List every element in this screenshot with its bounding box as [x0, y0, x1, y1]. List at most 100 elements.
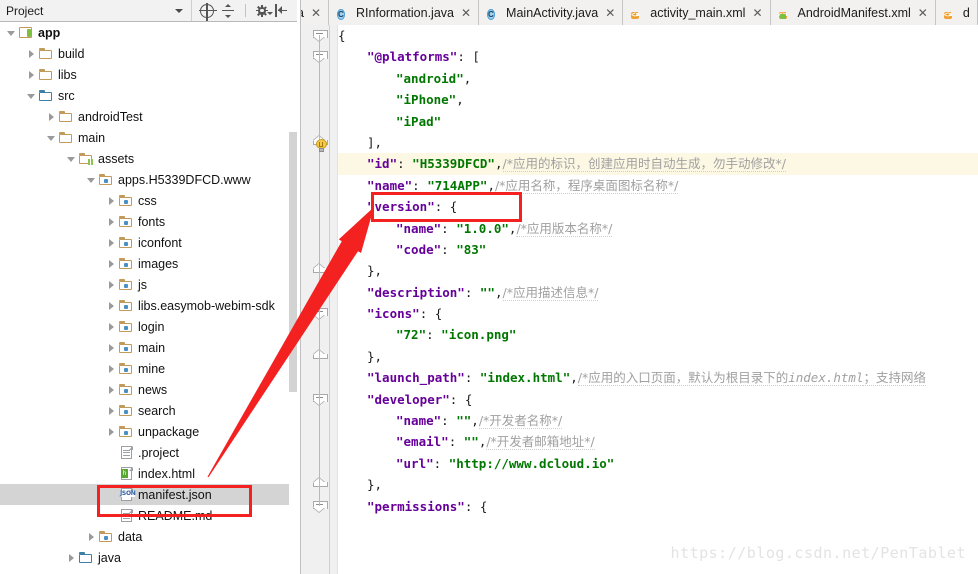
tree-item-assets[interactable]: assets — [0, 148, 296, 169]
tree-item-unpackage[interactable]: unpackage — [0, 421, 296, 442]
chevron-right-icon[interactable] — [106, 321, 117, 332]
tree-item-login[interactable]: login — [0, 316, 296, 337]
chevron-right-icon[interactable] — [106, 258, 117, 269]
tree-item-fonts[interactable]: fonts — [0, 211, 296, 232]
code-line[interactable]: "description": "",/*应用描述信息*/ — [338, 282, 978, 303]
folder-res-icon — [119, 383, 134, 397]
chevron-right-icon[interactable] — [106, 405, 117, 416]
chevron-right-icon[interactable] — [86, 531, 97, 542]
settings-gear-icon[interactable] — [256, 4, 273, 17]
tree-item-data[interactable]: data — [0, 526, 296, 547]
chevron-down-icon[interactable] — [66, 153, 77, 164]
close-icon[interactable]: ✕ — [605, 7, 615, 19]
code-line[interactable]: "url": "http://www.dcloud.io" — [338, 453, 978, 474]
project-panel-toolbar: Project — [0, 0, 300, 22]
tree-item-css[interactable]: css — [0, 190, 296, 211]
tree-item--project[interactable]: .project — [0, 442, 296, 463]
chevron-right-icon[interactable] — [106, 342, 117, 353]
code-line[interactable]: }, — [338, 474, 978, 495]
code-line[interactable]: "developer": { — [338, 389, 978, 410]
code-line[interactable]: "code": "83" — [338, 239, 978, 260]
editor-tab-a[interactable]: a✕ — [301, 0, 330, 25]
folder-icon — [59, 131, 74, 145]
tree-item-label: js — [138, 277, 148, 292]
close-icon[interactable]: ✕ — [461, 7, 471, 19]
tree-item-search[interactable]: search — [0, 400, 296, 421]
chevron-right-icon[interactable] — [26, 69, 37, 80]
chevron-right-icon[interactable] — [106, 384, 117, 395]
tree-item-libs[interactable]: libs — [0, 64, 296, 85]
code-content[interactable]: {"@platforms": ["android", "iPhone", "iPad… — [338, 25, 978, 574]
tree-item-apps-h5339dfcd-www[interactable]: apps.H5339DFCD.www — [0, 169, 296, 190]
code-line[interactable]: }, — [338, 346, 978, 367]
tree-item-mine[interactable]: mine — [0, 358, 296, 379]
editor-tab-d[interactable]: <> d — [935, 0, 978, 25]
chevron-right-icon[interactable] — [106, 195, 117, 206]
tree-item-libs-easymob-webim-sdk[interactable]: libs.easymob-webim-sdk — [0, 295, 296, 316]
hide-panel-icon[interactable] — [275, 3, 289, 18]
xml-file-icon: <> — [943, 11, 953, 19]
tree-item-index-html[interactable]: h index.html — [0, 463, 296, 484]
tree-item-main[interactable]: main — [0, 337, 296, 358]
chevron-down-icon — [175, 9, 183, 13]
code-line[interactable]: { — [338, 25, 978, 46]
code-line[interactable]: "launch_path": "index.html",/*应用的入口页面，默认… — [338, 367, 978, 388]
chevron-right-icon[interactable] — [46, 111, 57, 122]
code-line[interactable]: }, — [338, 260, 978, 281]
chevron-right-icon[interactable] — [106, 300, 117, 311]
chevron-right-icon[interactable] — [106, 237, 117, 248]
code-line[interactable]: "email": "",/*开发者邮箱地址*/ — [338, 431, 978, 452]
tree-item-androidtest[interactable]: androidTest — [0, 106, 296, 127]
folder-res-icon — [119, 362, 134, 376]
code-line[interactable]: "iPhone", — [338, 89, 978, 110]
chevron-down-icon[interactable] — [86, 174, 97, 185]
editor-tab-androidmanifest-xml[interactable]: <> AndroidManifest.xml ✕ — [770, 0, 936, 25]
tree-item-java[interactable]: java — [0, 547, 296, 568]
editor-tab-rinformation-java[interactable]: C RInformation.java ✕ — [329, 0, 480, 25]
chevron-right-icon[interactable] — [106, 363, 117, 374]
tree-item-app[interactable]: app — [0, 22, 296, 43]
code-line[interactable]: "permissions": { — [338, 496, 978, 517]
chevron-right-icon[interactable] — [106, 279, 117, 290]
editor-tab-bar[interactable]: a✕CRInformation.java✕CMainActivity.java✕… — [301, 0, 978, 25]
code-line[interactable]: "iPad" — [338, 111, 978, 132]
folder-icon — [59, 110, 74, 124]
project-view-selector[interactable]: Project — [0, 0, 192, 21]
chevron-right-icon[interactable] — [66, 552, 77, 563]
tree-item-build[interactable]: build — [0, 43, 296, 64]
chevron-down-icon[interactable] — [6, 27, 17, 38]
tree-item-js[interactable]: js — [0, 274, 296, 295]
tree-item-label: build — [58, 46, 85, 61]
close-icon[interactable]: ✕ — [311, 7, 321, 19]
code-line[interactable]: "name": "",/*开发者名称*/ — [338, 410, 978, 431]
code-line[interactable]: "72": "icon.png" — [338, 324, 978, 345]
tree-item-src[interactable]: src — [0, 85, 296, 106]
tree-item-iconfont[interactable]: iconfont — [0, 232, 296, 253]
intention-bulb-icon[interactable] — [315, 139, 328, 153]
editor-tab-label: activity_main.xml — [650, 5, 746, 20]
chevron-right-icon[interactable] — [106, 426, 117, 437]
close-icon[interactable]: ✕ — [752, 7, 762, 19]
editor-gutter[interactable] — [301, 25, 338, 574]
code-line[interactable]: "android", — [338, 68, 978, 89]
editor-tab-mainactivity-java[interactable]: C MainActivity.java ✕ — [479, 0, 624, 25]
chevron-right-icon[interactable] — [106, 216, 117, 227]
id-value-highlight-box — [371, 192, 522, 222]
code-line[interactable]: "id": "H5339DFCD",/*应用的标识，创建应用时自动生成，勿手动修… — [338, 153, 978, 175]
tree-item-label: java — [98, 550, 121, 565]
close-icon[interactable]: ✕ — [918, 7, 928, 19]
chevron-down-icon[interactable] — [46, 132, 57, 143]
chevron-down-icon[interactable] — [26, 90, 37, 101]
tree-item-images[interactable]: images — [0, 253, 296, 274]
collapse-all-icon[interactable] — [221, 3, 235, 18]
code-line[interactable]: ], — [338, 132, 978, 153]
code-line[interactable]: "icons": { — [338, 303, 978, 324]
code-line[interactable]: "@platforms": [ — [338, 46, 978, 67]
tree-item-news[interactable]: news — [0, 379, 296, 400]
tree-item-label: main — [78, 130, 106, 145]
folder-res-icon — [119, 341, 134, 355]
tree-item-main[interactable]: main — [0, 127, 296, 148]
target-icon[interactable] — [199, 2, 217, 21]
chevron-right-icon[interactable] — [26, 48, 37, 59]
editor-tab-activity-main-xml[interactable]: <> activity_main.xml ✕ — [623, 0, 771, 25]
